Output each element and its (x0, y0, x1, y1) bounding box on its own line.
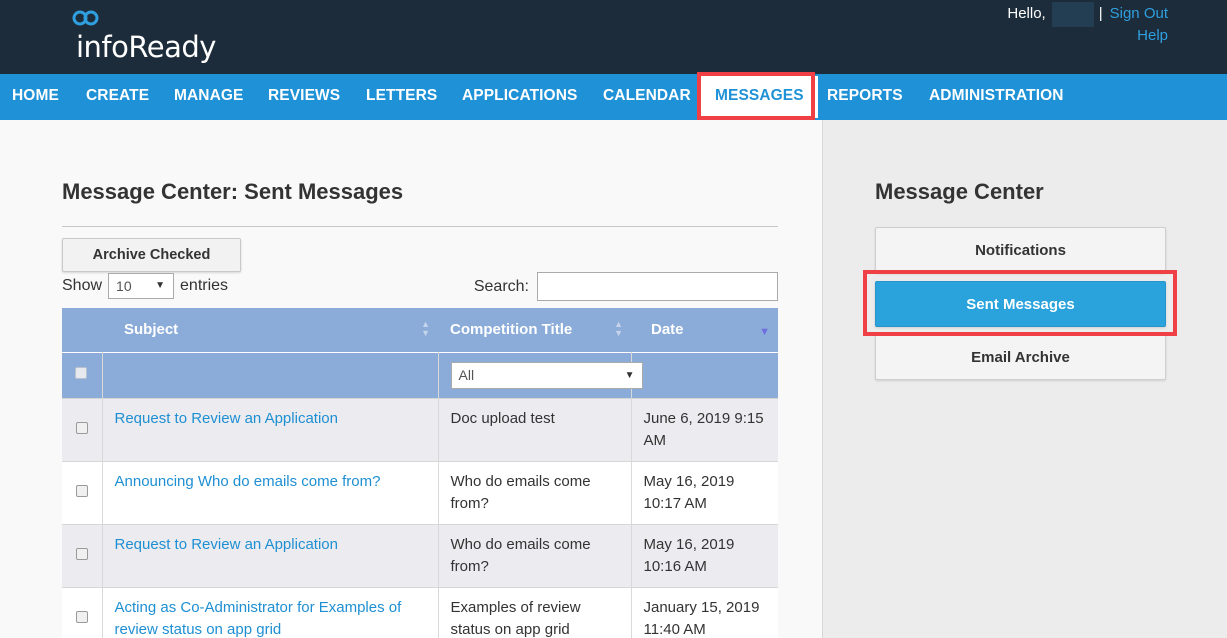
subject-filter-cell (102, 351, 439, 399)
nav-reviews[interactable]: REVIEWS (268, 74, 340, 120)
message-subject-link[interactable]: Request to Review an Application (115, 410, 338, 427)
row-checkbox-cell (62, 398, 103, 462)
competition-title-cell: Who do emails come from? (438, 461, 632, 525)
show-label: Show (62, 277, 103, 294)
nav-manage[interactable]: MANAGE (174, 74, 244, 120)
competition-filter-cell: All ▼ (438, 351, 643, 399)
archive-checked-button[interactable]: Archive Checked (62, 238, 241, 272)
select-all-checkbox[interactable] (75, 367, 87, 379)
sent-messages-table: Subject ▲▼ Competition Title ▲▼ Date ▼ (62, 308, 778, 638)
search-label: Search: (473, 277, 529, 295)
user-menu-separator: | (1098, 5, 1103, 22)
message-center-sidebar: Message Center Notifications Sent Messag… (822, 120, 1227, 638)
entries-label: entries (180, 277, 229, 294)
column-header-subject-label: Subject (124, 321, 179, 339)
row-checkbox-cell (62, 461, 103, 525)
nav-messages[interactable]: MESSAGES (701, 76, 818, 118)
message-subject-link[interactable]: Announcing Who do emails come from? (115, 473, 381, 490)
competition-title-cell: Examples of review status on app grid (438, 587, 632, 638)
table-row: Announcing Who do emails come from? Who … (62, 461, 778, 525)
table-row: Request to Review an Application Doc upl… (62, 398, 778, 462)
nav-applications[interactable]: APPLICATIONS (462, 74, 577, 120)
nav-create[interactable]: CREATE (86, 74, 149, 120)
nav-administration[interactable]: ADMINISTRATION (929, 74, 1064, 120)
date-filter-cell (631, 351, 778, 399)
date-cell: January 15, 2019 11:40 AM (631, 587, 778, 638)
top-header: infoReady Hello, | Sign Out Help (0, 0, 1227, 74)
username-redacted (1051, 2, 1094, 27)
date-cell: May 16, 2019 10:16 AM (631, 524, 778, 588)
row-checkbox-cell (62, 524, 103, 588)
search-input[interactable] (537, 272, 778, 301)
date-cell: June 6, 2019 9:15 AM (631, 398, 778, 462)
help-link[interactable]: Help (1137, 27, 1168, 44)
main-nav: HOME CREATE MANAGE REVIEWS LETTERS APPLI… (0, 74, 1227, 120)
nav-letters[interactable]: LETTERS (366, 74, 437, 120)
select-column-header (62, 308, 102, 352)
nav-home[interactable]: HOME (12, 74, 59, 120)
logo-text: infoReady (76, 30, 216, 64)
column-header-date[interactable]: Date ▼ (631, 308, 778, 352)
table-search: Search: (474, 272, 778, 301)
sidebar-title: Message Center (875, 179, 1044, 204)
column-header-date-label: Date (651, 321, 684, 339)
row-checkbox[interactable] (75, 610, 88, 623)
column-header-subject[interactable]: Subject ▲ ▼ (102, 308, 438, 352)
competition-title-cell: Doc upload test (438, 398, 632, 462)
user-menu: Hello, | Sign Out Help (1007, 2, 1168, 45)
sort-descending-icon: ▼ (759, 326, 770, 338)
message-subject-link[interactable]: Acting as Co-Administrator for Examples … (115, 599, 402, 638)
entries-select-value: 10 (116, 278, 132, 294)
sent-messages-button[interactable]: Sent Messages (875, 281, 1166, 327)
competition-title-cell: Who do emails come from? (438, 524, 632, 588)
row-checkbox[interactable] (75, 547, 88, 560)
notifications-button[interactable]: Notifications (875, 227, 1166, 273)
greeting-text: Hello, (1007, 5, 1046, 22)
logo-mark-icon (72, 10, 99, 26)
competition-filter-value: All (458, 366, 475, 383)
column-header-competition-label: Competition Title (450, 321, 573, 339)
sort-both-icon: ▲ ▼ (421, 319, 430, 338)
infoready-logo[interactable]: infoReady (72, 10, 222, 65)
page-title: Message Center: Sent Messages (62, 179, 404, 204)
main-content: Message Center: Sent Messages Archive Ch… (0, 120, 822, 638)
competition-filter-select[interactable]: All ▼ (450, 361, 643, 389)
entries-length-control: Show 10 ▼ entries (62, 272, 228, 300)
sort-both-icon: ▲ ▼ (614, 319, 623, 338)
row-checkbox[interactable] (75, 421, 88, 434)
nav-calendar[interactable]: CALENDAR (603, 74, 691, 120)
message-subject-link[interactable]: Request to Review an Application (115, 536, 338, 553)
nav-reports[interactable]: REPORTS (827, 74, 903, 120)
sign-out-link[interactable]: Sign Out (1110, 5, 1168, 23)
table-row: Acting as Co-Administrator for Examples … (62, 587, 778, 638)
select-all-cell (62, 351, 103, 399)
column-header-competition-title[interactable]: Competition Title ▲ ▼ (438, 308, 631, 352)
row-checkbox-cell (62, 587, 103, 638)
email-archive-button[interactable]: Email Archive (875, 334, 1166, 380)
row-checkbox[interactable] (75, 484, 88, 497)
table-row: Request to Review an Application Who do … (62, 524, 778, 588)
chevron-down-icon: ▼ (155, 280, 166, 291)
title-divider (62, 226, 778, 227)
chevron-down-icon: ▼ (624, 369, 635, 381)
date-cell: May 16, 2019 10:17 AM (631, 461, 778, 525)
entries-select[interactable]: 10 ▼ (108, 273, 175, 299)
